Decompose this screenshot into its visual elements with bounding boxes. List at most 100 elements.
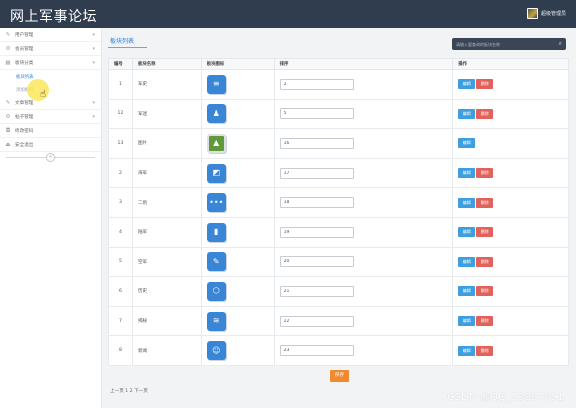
row-id: 1 — [108, 69, 133, 100]
sort-input[interactable] — [279, 167, 354, 179]
watermark: CSDN @QQ_53887691 — [447, 392, 564, 403]
row-id: 7 — [108, 305, 133, 337]
sort-input[interactable] — [279, 315, 354, 327]
row-name: 新闻 — [131, 335, 202, 366]
sidebar-item-posts[interactable]: ⚙ 帖子管理 ▾ — [0, 110, 101, 124]
delete-button[interactable]: 删除 — [476, 197, 494, 208]
edit-button[interactable]: 编辑 — [458, 345, 476, 356]
chevron-down-icon: ▾ — [92, 32, 95, 38]
robot-icon: ☺ — [206, 341, 226, 361]
pagination[interactable]: 上一页 1 2 下一页 — [110, 388, 148, 394]
calendar-icon: ▦ — [5, 59, 11, 66]
edit-button[interactable]: 编辑 — [458, 227, 476, 238]
edit-button[interactable]: 编辑 — [458, 138, 476, 149]
edit-button[interactable]: 编辑 — [458, 168, 476, 179]
user-menu[interactable]: 超级管理员 — [526, 8, 566, 19]
sort-input[interactable] — [279, 345, 354, 357]
top-header: 网上军事论坛 超级管理员 — [0, 0, 576, 28]
waves-icon: ≋ — [206, 311, 226, 331]
delete-button[interactable]: 删除 — [476, 345, 494, 356]
avatar — [526, 8, 538, 19]
sidebar-item-change-password[interactable]: ◘ 修改密码 — [0, 124, 101, 138]
more-icon: ••• — [206, 193, 226, 213]
row-name: 二炮 — [131, 187, 202, 218]
user-label: 超级管理员 — [540, 11, 566, 17]
table-row: 8 新闻 ☺ 编辑删除 — [108, 335, 569, 366]
hand-cursor-icon: ☝ — [40, 89, 47, 100]
delete-button[interactable]: 删除 — [476, 286, 494, 297]
delete-button[interactable]: 删除 — [476, 316, 494, 327]
sidebar-item-label: 会员管理 — [15, 46, 34, 52]
sidebar-item-board-category[interactable]: ▦ 板块分类 ▾ — [0, 56, 101, 70]
exit-icon: ⏏ — [5, 141, 11, 148]
edit-button[interactable]: 编辑 — [458, 108, 476, 119]
app-title: 网上军事论坛 — [10, 9, 97, 25]
qq-icon: ♟ — [206, 104, 226, 124]
delete-button[interactable]: 删除 — [476, 256, 494, 267]
row-id: 12 — [108, 98, 133, 130]
gear-icon: ⚙ — [5, 113, 11, 120]
edit-button[interactable]: 编辑 — [458, 286, 476, 297]
table-row: 4 陆军 ▮ 编辑删除 — [108, 216, 569, 248]
sidebar-item-users[interactable]: ✎ 用户管理 ▾ — [0, 28, 101, 42]
sort-input[interactable] — [279, 108, 354, 120]
sidebar-subitem-board-list[interactable]: 板块列表 — [0, 70, 101, 83]
sort-input[interactable] — [279, 78, 354, 90]
edit-button[interactable]: 编辑 — [458, 256, 476, 267]
table-row: 5 空军 ✎ 编辑删除 — [108, 246, 569, 278]
search-input[interactable] — [456, 40, 550, 48]
sidebar-item-label: 帖子管理 — [15, 114, 34, 120]
edit-button[interactable]: 编辑 — [458, 316, 476, 327]
row-name: 揭秘 — [131, 305, 202, 337]
delete-button[interactable]: 删除 — [476, 227, 494, 238]
sidebar-item-label: 修改密码 — [15, 128, 34, 134]
sort-input[interactable] — [279, 137, 354, 149]
row-id: 4 — [108, 216, 133, 248]
table-header: 编号 板块名称 板块图标 排序 操作 — [108, 58, 569, 70]
image-icon: ◩ — [206, 163, 226, 183]
sort-input[interactable] — [279, 197, 354, 209]
row-name: 军迷 — [131, 98, 202, 130]
delete-button[interactable]: 删除 — [476, 108, 494, 119]
row-name: 军史 — [131, 69, 202, 100]
info-icon: ▮ — [206, 222, 226, 242]
row-name: 陆军 — [131, 216, 202, 248]
sidebar-item-label: 板块分类 — [15, 60, 34, 66]
tab-board-list[interactable]: 板块列表 — [110, 36, 134, 45]
sidebar-item-label: 文章管理 — [15, 100, 34, 106]
chevron-down-icon: ▾ — [92, 100, 95, 106]
table-row: 12 军迷 ♟ 编辑删除 — [108, 98, 569, 130]
search-icon[interactable]: ⌕ — [559, 40, 562, 48]
document-icon: ≡ — [206, 74, 226, 94]
delete-button[interactable]: 删除 — [476, 79, 494, 90]
main-content: 板块列表 ⌕ 编号 板块名称 板块图标 排序 操作 1 军史 ≡ — [102, 28, 576, 408]
delete-button[interactable]: 删除 — [476, 168, 494, 179]
cube-icon: ⬡ — [206, 281, 226, 301]
collapse-button[interactable]: « — [46, 153, 55, 162]
table-row: 13 图片 ▲ 编辑 — [108, 128, 569, 159]
edit-icon: ✎ — [206, 252, 226, 272]
save-button[interactable]: 保存 — [330, 370, 349, 382]
sidebar-item-members[interactable]: ⚙ 会员管理 ▾ — [0, 42, 101, 56]
sort-input[interactable] — [279, 285, 354, 297]
row-id: 3 — [108, 187, 133, 218]
search-box: ⌕ — [452, 38, 566, 50]
table-row: 6 历史 ⬡ 编辑删除 — [108, 276, 569, 307]
sidebar-collapse: « — [0, 152, 101, 163]
board-table: 编号 板块名称 板块图标 排序 操作 1 军史 ≡ 编辑删除 12 军迷 — [108, 58, 569, 366]
sort-input[interactable] — [279, 256, 354, 268]
row-id: 5 — [108, 246, 133, 278]
sort-input[interactable] — [279, 226, 354, 238]
row-id: 2 — [108, 157, 133, 189]
row-id: 8 — [108, 335, 133, 366]
sidebar-subitem-add-board[interactable]: 添加板块 — [0, 83, 101, 96]
row-name: 空军 — [131, 246, 202, 278]
sidebar-item-articles[interactable]: ✎ 文章管理 ▾ — [0, 96, 101, 110]
edit-button[interactable]: 编辑 — [458, 79, 476, 90]
photo-icon: ▲ — [206, 133, 226, 153]
edit-button[interactable]: 编辑 — [458, 197, 476, 208]
table-row: 1 军史 ≡ 编辑删除 — [108, 69, 569, 100]
column-header: 操作 — [452, 58, 569, 70]
row-name: 历史 — [131, 276, 202, 307]
sidebar-item-logout[interactable]: ⏏ 安全退出 — [0, 138, 101, 152]
